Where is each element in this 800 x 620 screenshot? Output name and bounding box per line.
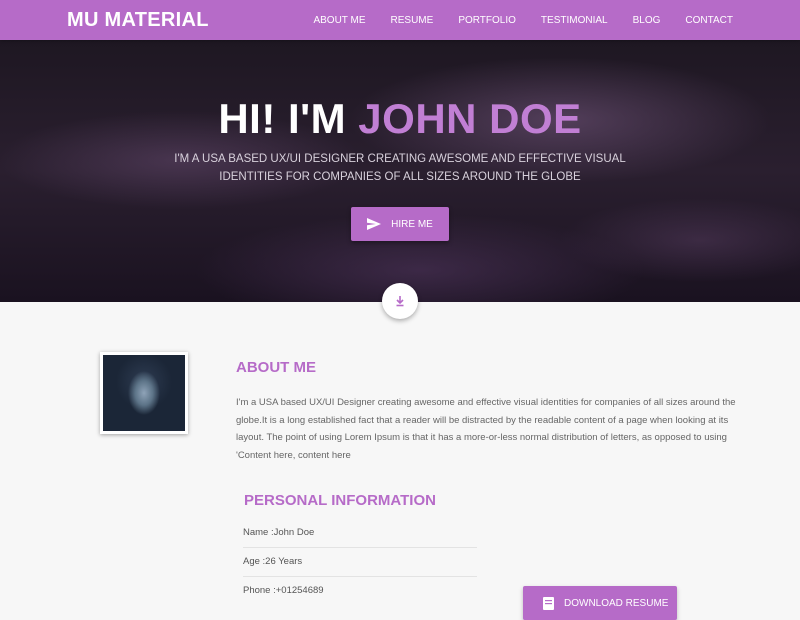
hero-title-prefix: HI! I'M — [218, 95, 359, 142]
nav-link-portfolio[interactable]: PORTFOLIO — [458, 15, 516, 26]
nav-link-testimonial[interactable]: TESTIMONIAL — [541, 15, 608, 26]
nav-link-resume[interactable]: RESUME — [391, 15, 434, 26]
personal-info-list: Name :John Doe Age :26 Years Phone :+012… — [243, 519, 477, 606]
hire-me-label: HIRE ME — [391, 218, 433, 230]
info-row-phone: Phone :+01254689 — [243, 585, 324, 596]
about-me-title: ABOUT ME — [236, 359, 316, 376]
brand-logo[interactable]: MU MATERIAL — [67, 9, 209, 32]
download-arrow-icon — [396, 296, 404, 307]
about-me-text: I'm a USA based UX/UI Designer creating … — [236, 397, 736, 461]
download-resume-label: DOWNLOAD RESUME — [564, 597, 669, 609]
document-icon — [543, 596, 554, 610]
personal-information-title: PERSONAL INFORMATION — [244, 492, 436, 509]
send-icon — [367, 218, 382, 230]
info-row-age: Age :26 Years — [243, 548, 477, 577]
nav-link-contact[interactable]: CONTACT — [685, 15, 733, 26]
hire-me-button[interactable]: HIRE ME — [351, 207, 449, 241]
avatar — [100, 352, 188, 434]
info-row-name: Name :John Doe — [243, 519, 477, 548]
nav-link-blog[interactable]: BLOG — [633, 15, 661, 26]
scroll-down-button[interactable] — [382, 283, 418, 319]
avatar-photo — [103, 355, 185, 431]
download-resume-button[interactable]: DOWNLOAD RESUME — [523, 586, 677, 620]
navbar: MU MATERIAL ABOUT ME RESUME PORTFOLIO TE… — [0, 0, 800, 40]
hero-title: HI! I'M JOHN DOE — [0, 95, 800, 143]
hero-section: HI! I'M JOHN DOE I'M A USA BASED UX/UI D… — [0, 40, 800, 302]
nav-links: ABOUT ME RESUME PORTFOLIO TESTIMONIAL BL… — [288, 15, 733, 26]
nav-link-about-me[interactable]: ABOUT ME — [313, 15, 365, 26]
hero-title-name: JOHN DOE — [358, 95, 582, 142]
hero-subtitle: I'M A USA BASED UX/UI DESIGNER CREATING … — [174, 153, 626, 183]
